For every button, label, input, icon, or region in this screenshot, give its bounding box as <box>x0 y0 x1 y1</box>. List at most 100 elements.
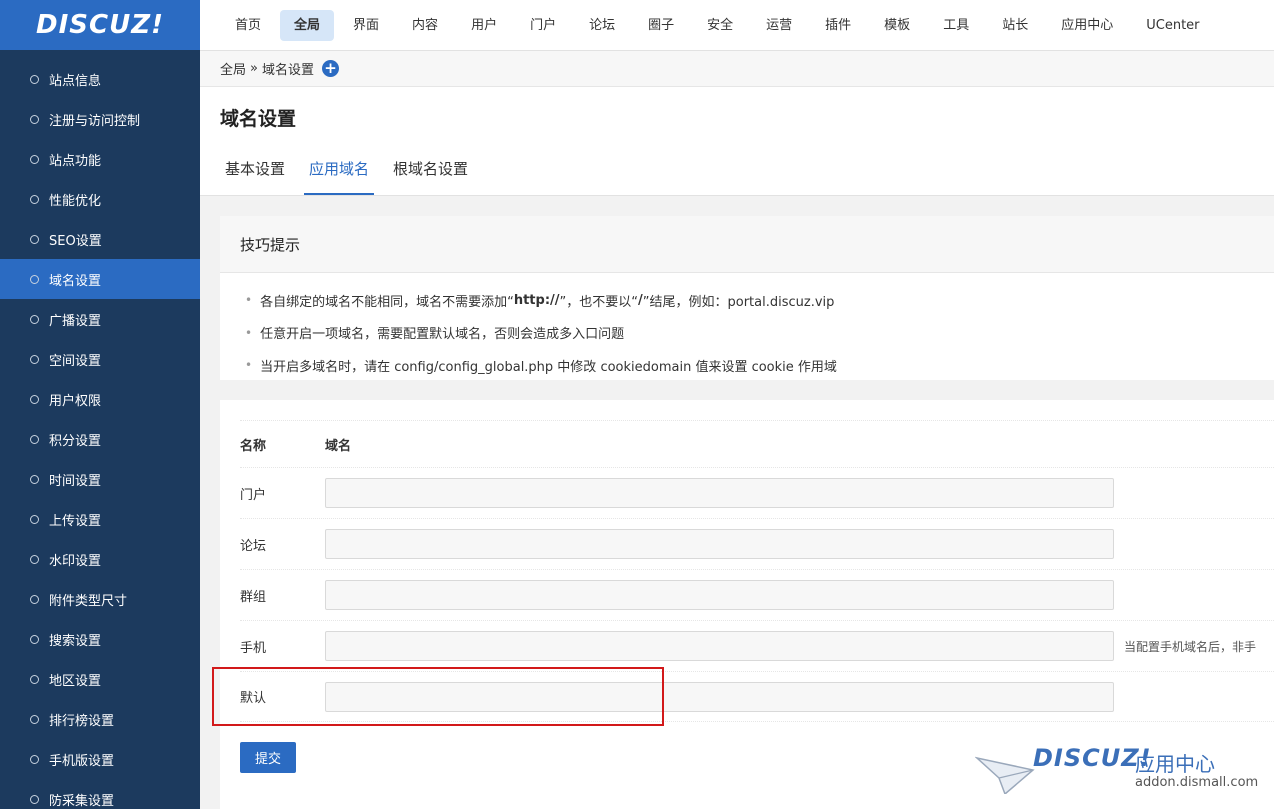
form-header-row: 名称 域名 <box>240 420 1274 467</box>
nav-plugins[interactable]: 插件 <box>811 10 865 41</box>
sidebar-item-label: 站点信息 <box>49 73 102 89</box>
sidebar-item-site-info[interactable]: 站点信息 <box>0 59 200 99</box>
nav-ucenter[interactable]: UCenter <box>1132 10 1213 41</box>
highlight-box <box>212 667 664 726</box>
sidebar-item-site-features[interactable]: 站点功能 <box>0 139 200 179</box>
form-row-mobile: 手机 当配置手机域名后，非手 <box>240 620 1274 671</box>
tip-text-bold: http:// <box>513 292 560 308</box>
plus-circle-icon[interactable]: + <box>322 60 339 77</box>
sidebar-item-label: 用户权限 <box>49 393 102 409</box>
circle-icon <box>30 154 39 164</box>
paper-plane-icon <box>975 756 1035 794</box>
row-label: 手机 <box>240 640 267 656</box>
circle-icon <box>30 114 39 124</box>
sidebar-item-credits[interactable]: 积分设置 <box>0 419 200 459</box>
nav-portal[interactable]: 门户 <box>516 10 570 41</box>
sidebar-item-upload[interactable]: 上传设置 <box>0 499 200 539</box>
sidebar-item-label: 时间设置 <box>49 473 102 489</box>
breadcrumb-separator: » <box>250 61 258 76</box>
tip-text-post: ”结尾，例如：portal.discuz.vip <box>642 294 835 310</box>
tip-text-pre: 各自绑定的域名不能相同，域名不需要添加“ <box>260 294 514 310</box>
portal-domain-input[interactable] <box>325 478 1114 508</box>
sidebar-item-performance[interactable]: 性能优化 <box>0 179 200 219</box>
circle-icon <box>30 314 39 324</box>
row-label: 群组 <box>240 589 267 605</box>
row-label: 论坛 <box>240 538 267 554</box>
sidebar-item-user-perms[interactable]: 用户权限 <box>0 379 200 419</box>
nav-circle[interactable]: 圈子 <box>634 10 688 41</box>
nav-webmaster[interactable]: 站长 <box>988 10 1042 41</box>
nav-app-center[interactable]: 应用中心 <box>1047 10 1127 41</box>
nav-home[interactable]: 首页 <box>221 10 275 41</box>
page-header: 域名设置 基本设置 应用域名 根域名设置 <box>200 87 1274 196</box>
circle-icon <box>30 74 39 84</box>
mobile-domain-input[interactable] <box>325 631 1114 661</box>
sidebar-item-time[interactable]: 时间设置 <box>0 459 200 499</box>
sidebar-item-search[interactable]: 搜索设置 <box>0 619 200 659</box>
tab-app-domains[interactable]: 应用域名 <box>304 149 375 195</box>
circle-icon <box>30 794 39 804</box>
tips-box: 技巧提示 • 各自绑定的域名不能相同，域名不需要添加“ http://”，也不要以… <box>220 216 1274 380</box>
circle-icon <box>30 714 39 724</box>
tab-basic-settings[interactable]: 基本设置 <box>220 149 290 195</box>
nav-operations[interactable]: 运营 <box>752 10 806 41</box>
logo-text: DISCUZ! <box>36 10 164 40</box>
tab-root-domain[interactable]: 根域名设置 <box>388 149 473 195</box>
sidebar-item-label: 站点功能 <box>49 153 102 169</box>
breadcrumb-parent[interactable]: 全局 <box>220 59 246 78</box>
sidebar-item-label: 注册与访问控制 <box>49 113 141 129</box>
nav-users[interactable]: 用户 <box>457 10 511 41</box>
sidebar-item-domain[interactable]: 域名设置 <box>0 259 200 299</box>
circle-icon <box>30 754 39 764</box>
form-row-forum: 论坛 <box>240 518 1274 569</box>
sidebar-item-label: 手机版设置 <box>49 753 115 769</box>
sidebar-item-label: 搜索设置 <box>49 633 102 649</box>
sidebar-item-label: SEO设置 <box>49 233 102 249</box>
sidebar-item-register-access[interactable]: 注册与访问控制 <box>0 99 200 139</box>
header-domain: 域名 <box>325 438 352 454</box>
nav-security[interactable]: 安全 <box>693 10 747 41</box>
nav-forum[interactable]: 论坛 <box>575 10 629 41</box>
circle-icon <box>30 434 39 444</box>
sidebar-item-attachment[interactable]: 附件类型尺寸 <box>0 579 200 619</box>
nav-interface[interactable]: 界面 <box>339 10 393 41</box>
sidebar-item-seo[interactable]: SEO设置 <box>0 219 200 259</box>
nav-templates[interactable]: 模板 <box>870 10 924 41</box>
mobile-note: 当配置手机域名后，非手 <box>1124 639 1257 654</box>
circle-icon <box>30 634 39 644</box>
nav-tools[interactable]: 工具 <box>929 10 983 41</box>
sidebar-list: 站点信息 注册与访问控制 站点功能 性能优化 SEO设置 域名设置 广播设置 空… <box>0 50 200 809</box>
circle-icon <box>30 394 39 404</box>
sidebar-item-anti-scrape[interactable]: 防采集设置 <box>0 779 200 809</box>
breadcrumb-current: 域名设置 <box>261 63 314 78</box>
tip-item: • 任意开启一项域名，需要配置默认域名，否则会造成多入口问题 <box>245 317 1274 350</box>
forum-domain-input[interactable] <box>325 529 1114 559</box>
sidebar-item-space[interactable]: 空间设置 <box>0 339 200 379</box>
sidebar-item-mobile[interactable]: 手机版设置 <box>0 739 200 779</box>
circle-icon <box>30 354 39 364</box>
sidebar-item-label: 防采集设置 <box>49 793 115 809</box>
page-title: 域名设置 <box>220 108 297 130</box>
sidebar-item-label: 附件类型尺寸 <box>49 593 128 609</box>
submit-button[interactable]: 提交 <box>240 742 296 773</box>
breadcrumb: 全局 » 域名设置 + <box>200 51 1274 87</box>
watermark-url: addon.dismall.com <box>1135 775 1259 790</box>
sidebar-item-ranking[interactable]: 排行榜设置 <box>0 699 200 739</box>
tip-text: 当开启多域名时，请在 config/config_global.php 中修改 … <box>260 359 837 375</box>
bullet-icon: • <box>245 325 253 340</box>
sidebar-item-label: 上传设置 <box>49 513 102 529</box>
top-nav: 首页 全局 界面 内容 用户 门户 论坛 圈子 安全 运营 插件 模板 工具 站… <box>200 0 1274 51</box>
nav-global[interactable]: 全局 <box>280 9 335 41</box>
tabs: 基本设置 应用域名 根域名设置 <box>220 149 487 195</box>
circle-icon <box>30 274 39 284</box>
form-row-group: 群组 <box>240 569 1274 620</box>
sidebar-item-region[interactable]: 地区设置 <box>0 659 200 699</box>
bullet-icon: • <box>245 358 253 373</box>
logo[interactable]: DISCUZ! <box>0 0 200 50</box>
nav-content[interactable]: 内容 <box>398 10 452 41</box>
form-row-portal: 门户 <box>240 467 1274 518</box>
sidebar-item-broadcast[interactable]: 广播设置 <box>0 299 200 339</box>
header-name: 名称 <box>240 438 267 454</box>
group-domain-input[interactable] <box>325 580 1114 610</box>
sidebar-item-watermark[interactable]: 水印设置 <box>0 539 200 579</box>
